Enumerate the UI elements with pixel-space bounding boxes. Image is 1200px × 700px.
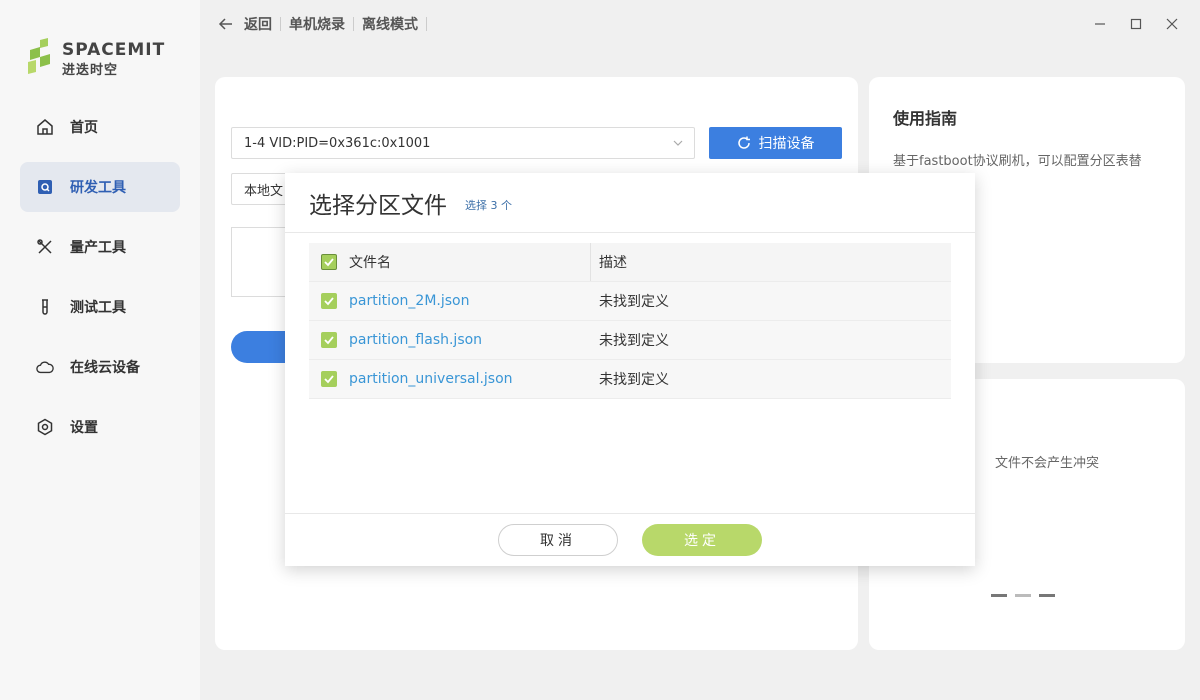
sidebar-item-label: 在线云设备 (70, 360, 140, 376)
carousel-dot[interactable] (991, 594, 1007, 597)
row-check-cell (309, 293, 349, 309)
sidebar-item-cloud-devices[interactable]: 在线云设备 (20, 342, 180, 392)
row-checkbox[interactable] (321, 371, 337, 387)
select-all-checkbox[interactable] (321, 254, 337, 270)
select-partition-file-dialog: 选择分区文件 选择 3 个 文件名 描述 partition_2M.json 未… (285, 173, 975, 566)
scan-devices-label: 扫描设备 (758, 136, 815, 152)
breadcrumb-separator (426, 17, 427, 31)
home-icon (36, 118, 54, 136)
carousel-dots (991, 594, 1063, 597)
row-check-cell (309, 371, 349, 387)
sidebar-item-dev-tools[interactable]: 研发工具 (20, 162, 180, 212)
back-link[interactable]: 返回 (244, 14, 272, 34)
logo-subtitle: 进迭时空 (62, 63, 119, 78)
sidebar-item-label: 首页 (70, 120, 98, 136)
checkmark-icon (324, 258, 334, 267)
dev-tools-icon (36, 178, 54, 196)
guide-description: 基于fastboot协议刷机，可以配置分区表替 (893, 154, 1142, 169)
sidebar-item-production-tools[interactable]: 量产工具 (20, 222, 180, 272)
sidebar-item-label: 研发工具 (70, 180, 126, 196)
back-arrow-icon[interactable] (218, 16, 234, 32)
table-row[interactable]: partition_flash.json 未找到定义 (309, 321, 951, 360)
window-controls (1082, 14, 1190, 34)
breadcrumb-single-flash[interactable]: 单机烧录 (289, 14, 345, 34)
file-description: 未找到定义 (599, 294, 669, 310)
sidebar-item-label: 量产工具 (70, 240, 126, 256)
close-icon (1166, 18, 1178, 30)
dialog-title: 选择分区文件 (309, 193, 447, 219)
sidebar-item-label: 测试工具 (70, 300, 126, 316)
header-check-cell (309, 254, 349, 270)
table-header: 文件名 描述 (309, 243, 951, 282)
maximize-button[interactable] (1118, 14, 1154, 34)
device-select-value: 1-4 VID:PID=0x361c:0x1001 (244, 135, 431, 151)
row-checkbox[interactable] (321, 293, 337, 309)
topbar: 返回 单机烧录 离线模式 (200, 0, 1200, 48)
dialog-footer: 取消 选定 (285, 513, 975, 566)
device-select[interactable]: 1-4 VID:PID=0x361c:0x1001 (231, 127, 695, 159)
column-header-description: 描述 (599, 255, 627, 271)
row-checkbox[interactable] (321, 332, 337, 348)
selected-count: 选择 3 个 (465, 199, 512, 212)
refresh-icon (737, 136, 750, 149)
file-description: 未找到定义 (599, 372, 669, 388)
file-table: 文件名 描述 partition_2M.json 未找到定义 partition… (309, 243, 951, 399)
close-button[interactable] (1154, 14, 1190, 34)
sidebar-item-settings[interactable]: 设置 (20, 402, 180, 452)
minimize-icon (1095, 23, 1105, 25)
column-header-filename: 文件名 (349, 243, 591, 281)
scan-devices-button[interactable]: 扫描设备 (709, 127, 842, 159)
table-row[interactable]: partition_2M.json 未找到定义 (309, 282, 951, 321)
file-description: 未找到定义 (599, 333, 669, 349)
source-select-value: 本地文 (244, 183, 284, 199)
dialog-header: 选择分区文件 选择 3 个 (285, 173, 975, 233)
carousel-dot[interactable] (1015, 594, 1031, 597)
sidebar: SPACEMIT 进迭时空 首页 研发工具 量产工具 测试工具 在线云设备 设置 (0, 0, 200, 700)
minimize-button[interactable] (1082, 14, 1118, 34)
breadcrumb-separator (280, 17, 281, 31)
sidebar-item-home[interactable]: 首页 (20, 102, 180, 152)
sidebar-item-label: 设置 (70, 420, 98, 436)
breadcrumb-separator (353, 17, 354, 31)
checkmark-icon (324, 336, 334, 345)
file-name-link[interactable]: partition_2M.json (349, 282, 591, 320)
breadcrumb: 返回 单机烧录 离线模式 (218, 14, 435, 34)
test-tube-icon (36, 298, 54, 316)
file-name-link[interactable]: partition_flash.json (349, 321, 591, 359)
sidebar-item-test-tools[interactable]: 测试工具 (20, 282, 180, 332)
production-tools-icon (36, 238, 54, 256)
checkmark-icon (324, 297, 334, 306)
sidebar-nav: 首页 研发工具 量产工具 测试工具 在线云设备 设置 (20, 102, 180, 462)
maximize-icon (1130, 18, 1142, 30)
cloud-icon (36, 358, 54, 376)
file-name-link[interactable]: partition_universal.json (349, 360, 591, 398)
logo-text: SPACEMIT (62, 40, 166, 60)
settings-icon (36, 418, 54, 436)
confirm-select-button[interactable]: 选定 (642, 524, 762, 556)
carousel-dot[interactable] (1039, 594, 1055, 597)
checkmark-icon (324, 375, 334, 384)
spacemit-logo: SPACEMIT 进迭时空 (26, 36, 176, 78)
chevron-down-icon (673, 140, 683, 146)
table-row[interactable]: partition_universal.json 未找到定义 (309, 360, 951, 399)
breadcrumb-offline-mode[interactable]: 离线模式 (362, 14, 418, 34)
row-check-cell (309, 332, 349, 348)
guide-title: 使用指南 (893, 109, 958, 128)
cancel-button[interactable]: 取消 (498, 524, 618, 556)
spacemit-logo-mark-icon (28, 38, 50, 74)
